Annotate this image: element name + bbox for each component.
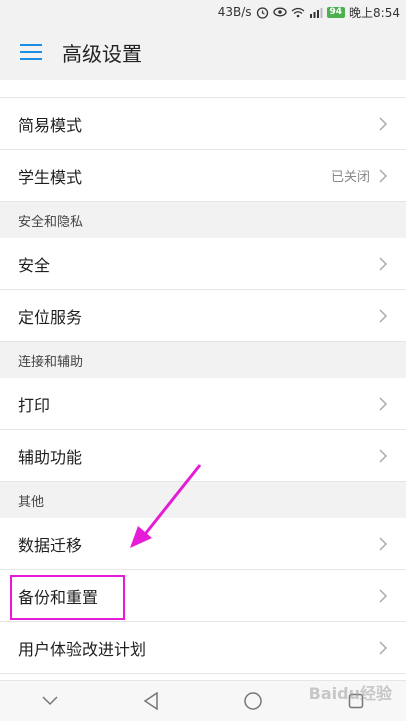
menu-icon[interactable] <box>20 44 42 60</box>
list-item-partial <box>0 80 406 98</box>
battery-icon: 94 <box>326 6 346 18</box>
signal-icon <box>309 7 323 18</box>
list-item-student-mode[interactable]: 学生模式 已关闭 <box>0 150 406 202</box>
chevron-right-icon <box>379 640 388 655</box>
list-item-label: 打印 <box>18 395 51 415</box>
list-item-location[interactable]: 定位服务 <box>0 290 406 342</box>
watermark: Baidu经验 <box>308 684 392 703</box>
chevron-right-icon <box>379 588 388 603</box>
eye-icon <box>272 7 287 17</box>
alarm-icon <box>256 6 269 19</box>
back-icon[interactable] <box>143 692 159 710</box>
status-bar: 43B/s 94 晚上8:54 <box>0 0 406 24</box>
highlight-box <box>10 575 125 620</box>
clock: 晚上8:54 <box>349 5 400 20</box>
app-bar: 高级设置 <box>0 24 406 80</box>
chevron-right-icon <box>379 448 388 463</box>
status-value: 已关闭 <box>330 170 370 185</box>
list-item-label: 定位服务 <box>18 307 83 327</box>
home-icon[interactable] <box>243 691 263 711</box>
list-item-simple-mode[interactable]: 简易模式 <box>0 98 406 150</box>
wifi-icon <box>291 7 305 18</box>
chevron-down-icon[interactable] <box>42 696 58 706</box>
list-item-label: 学生模式 <box>18 167 83 187</box>
list-item-security[interactable]: 安全 <box>0 238 406 290</box>
chevron-right-icon <box>379 168 388 183</box>
section-header-security: 安全和隐私 <box>0 202 406 238</box>
list-item-ux-program[interactable]: 用户体验改进计划 <box>0 622 406 674</box>
list-item-label: 安全 <box>18 255 51 275</box>
list-item-label: 简易模式 <box>18 115 83 135</box>
chevron-right-icon <box>379 536 388 551</box>
chevron-right-icon <box>379 256 388 271</box>
section-header-connect: 连接和辅助 <box>0 342 406 378</box>
net-speed: 43B/s <box>217 5 252 19</box>
list-item-print[interactable]: 打印 <box>0 378 406 430</box>
chevron-right-icon <box>379 396 388 411</box>
page-title: 高级设置 <box>62 41 142 66</box>
chevron-right-icon <box>379 116 388 131</box>
chevron-right-icon <box>379 308 388 323</box>
list-item-label: 用户体验改进计划 <box>18 639 147 659</box>
annotation-arrow <box>130 464 202 548</box>
